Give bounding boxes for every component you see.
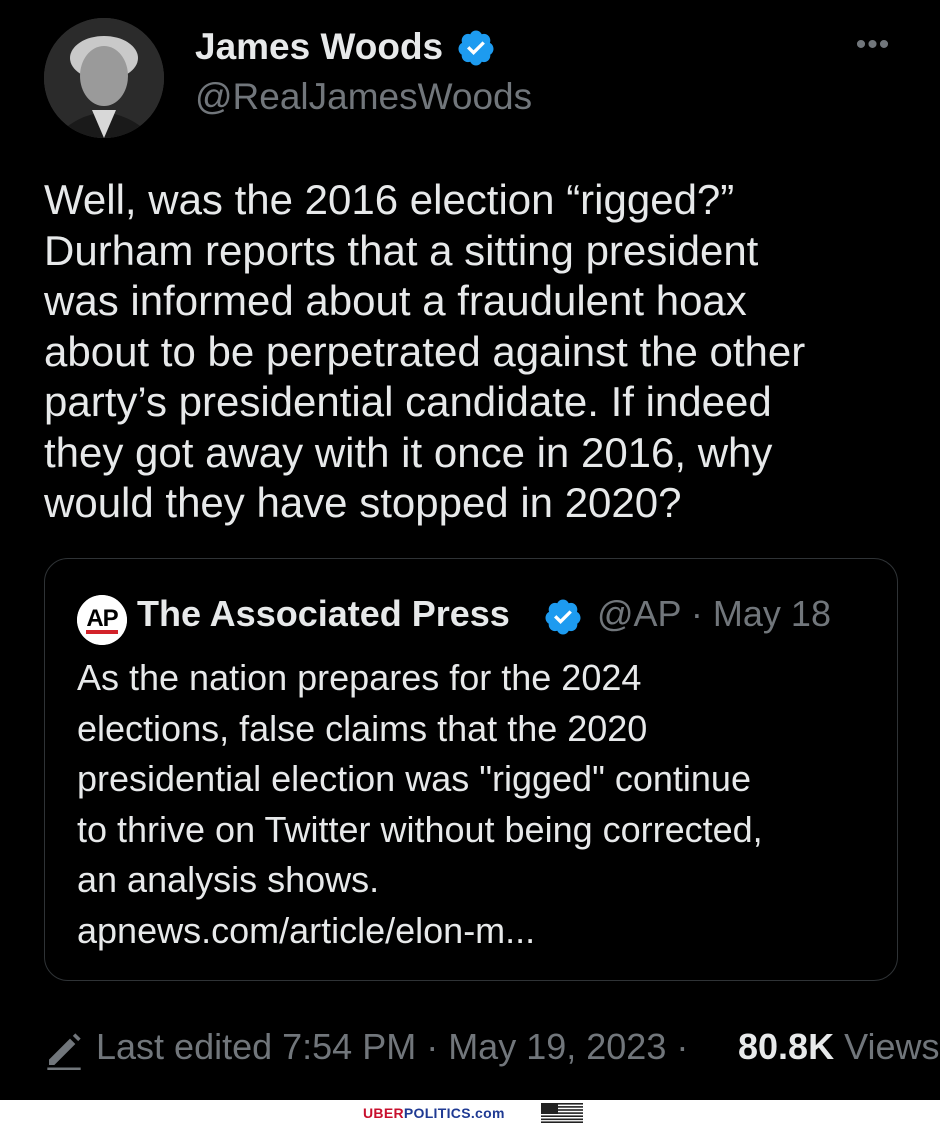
author-avatar[interactable] <box>44 18 164 138</box>
watermark-text: UBERPOLITICS.com <box>363 1105 505 1121</box>
verified-badge-icon <box>458 30 494 66</box>
watermark-bar: UBERPOLITICS.com <box>0 1100 940 1126</box>
last-edited-label[interactable]: Last edited 7:54 PM · May 19, 2023 · <box>96 1026 688 1068</box>
quoted-tweet-text: As the nation prepares for the 2024 elec… <box>77 657 763 951</box>
author-name[interactable]: James Woods <box>195 26 443 68</box>
quoted-tweet-card[interactable]: AP The Associated Press @AP · May 18 As … <box>44 558 898 981</box>
watermark-brand-red: UBER <box>363 1105 404 1121</box>
verified-badge-icon <box>545 599 581 635</box>
watermark-brand-suffix: .com <box>470 1105 505 1121</box>
tweet: James Woods @RealJamesWoods ••• Well, wa… <box>0 0 940 1100</box>
pencil-icon <box>47 1033 81 1070</box>
watermark-brand-blue: POLITICS <box>403 1105 471 1121</box>
views-stat: 80.8K Views <box>738 1026 939 1068</box>
us-flag-icon <box>541 1103 583 1123</box>
ap-logo: AP <box>77 595 127 645</box>
author-handle[interactable]: @RealJamesWoods <box>195 76 532 118</box>
ap-logo-icon: AP <box>77 595 127 645</box>
views-count: 80.8K <box>738 1026 835 1067</box>
quoted-author-name[interactable]: The Associated Press <box>137 593 510 635</box>
ap-logo-text: AP <box>86 605 118 632</box>
quoted-handle-date[interactable]: @AP · May 18 <box>597 593 831 635</box>
views-label: Views <box>834 1026 940 1067</box>
avatar-photo <box>44 18 164 138</box>
tweet-text: Well, was the 2016 election “rigged?” Du… <box>44 176 806 526</box>
more-dots-icon[interactable]: ••• <box>851 30 895 60</box>
